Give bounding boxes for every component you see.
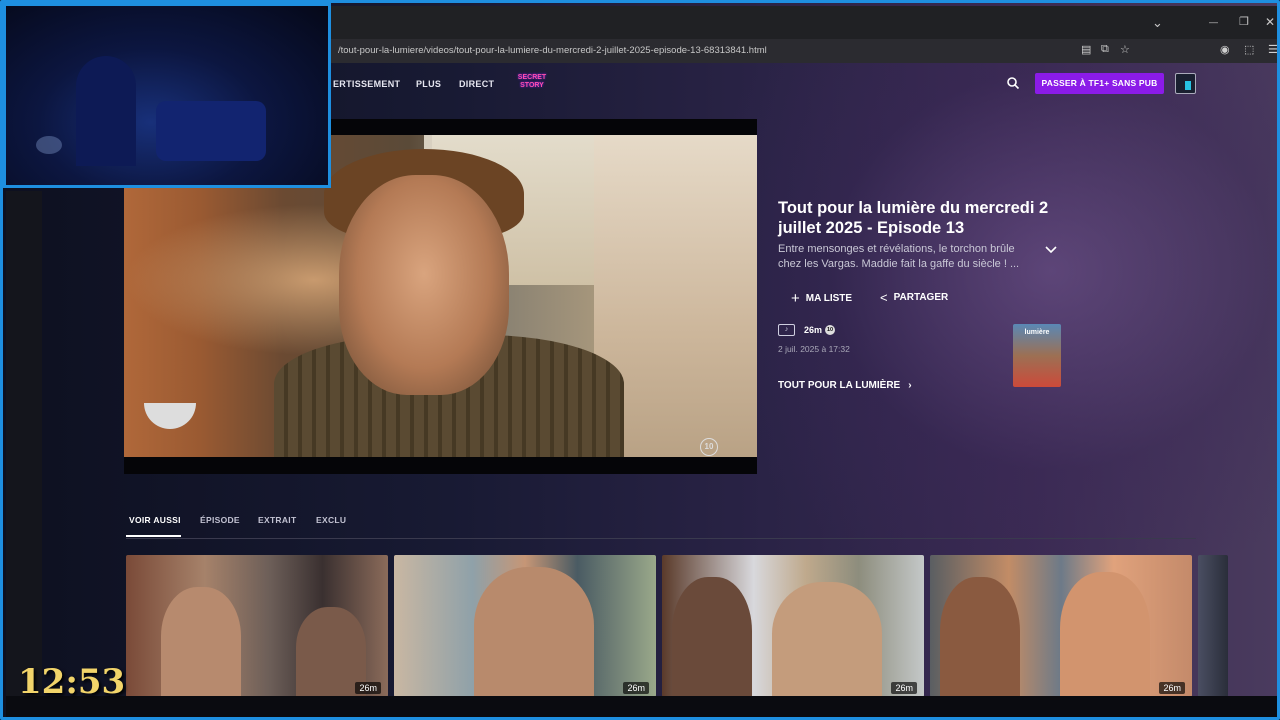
- video-character-face: [339, 175, 509, 395]
- webcam-figure: [76, 56, 136, 166]
- show-poster[interactable]: lumière: [1013, 324, 1061, 387]
- show-link-label: TOUT POUR LA LUMIÈRE: [778, 380, 901, 391]
- episode-title: Tout pour la lumière du mercredi 2 juill…: [778, 199, 1049, 237]
- bookmark-star-icon[interactable]: ☆: [1120, 43, 1130, 56]
- active-tab-indicator: [126, 535, 181, 537]
- thumbnail-duration: 26m: [623, 682, 649, 694]
- chevron-right-icon: ›: [908, 380, 912, 391]
- thumbnail-duration: 26m: [891, 682, 917, 694]
- nav-item-direct[interactable]: DIRECT: [459, 79, 494, 89]
- thumb-figure: [1060, 572, 1150, 697]
- audio-description-icon: ♪: [778, 324, 795, 336]
- minimize-button[interactable]: —: [1209, 17, 1218, 27]
- share-icon: <: [880, 290, 888, 305]
- search-icon[interactable]: [1006, 76, 1020, 90]
- thumb-figure: [940, 577, 1020, 697]
- menu-icon[interactable]: ☰: [1268, 43, 1277, 56]
- show-link[interactable]: TOUT POUR LA LUMIÈRE ›: [778, 380, 912, 391]
- share-button[interactable]: < PARTAGER: [880, 290, 948, 305]
- subscribe-no-ads-button[interactable]: PASSER À TF1+ SANS PUB: [1035, 73, 1164, 94]
- avatar[interactable]: [1175, 73, 1196, 94]
- background-glow: [703, 63, 1277, 583]
- extensions-icon[interactable]: ⬚: [1244, 43, 1254, 56]
- thumbnail-duration: 26m: [1159, 682, 1185, 694]
- episode-duration: 26m: [804, 325, 823, 335]
- close-button[interactable]: ✕: [1265, 15, 1275, 29]
- tab-voir-aussi[interactable]: VOIR AUSSI: [129, 515, 181, 525]
- bottom-bar: [6, 696, 1277, 717]
- episode-date: 2 juil. 2025 à 17:32: [778, 344, 850, 354]
- chevron-down-icon[interactable]: [1045, 246, 1057, 254]
- webcam-overlay: [3, 3, 331, 188]
- restore-button[interactable]: ❐: [1239, 15, 1249, 28]
- url-text[interactable]: /tout-pour-la-lumiere/videos/tout-pour-l…: [338, 45, 767, 56]
- tab-divider: [126, 538, 1196, 539]
- thumb-figure: [474, 567, 594, 697]
- episode-description: Entre mensonges et révélations, le torch…: [778, 243, 1020, 270]
- video-thumbnail-partial[interactable]: [1198, 555, 1228, 697]
- tab-list-dropdown-icon[interactable]: ⌄: [1152, 15, 1163, 31]
- nav-item-plus[interactable]: PLUS: [416, 79, 441, 89]
- left-sidebar-strip: [6, 191, 42, 696]
- video-cup: [144, 403, 196, 429]
- picture-in-picture-icon[interactable]: ⧉: [1101, 43, 1109, 56]
- tab-exclu[interactable]: EXCLU: [316, 515, 346, 525]
- age-rating-badge: 10: [825, 325, 835, 335]
- video-thumbnail[interactable]: 26m: [126, 555, 388, 697]
- share-label: PARTAGER: [893, 292, 949, 303]
- thumbnail-duration: 26m: [355, 682, 381, 694]
- secret-story-logo[interactable]: SECRET STORY: [514, 74, 550, 94]
- video-thumbnail[interactable]: 26m: [662, 555, 924, 697]
- video-thumbnail[interactable]: 26m: [394, 555, 656, 697]
- webcam-light: [36, 136, 62, 154]
- clock-overlay: 12:53: [18, 662, 126, 702]
- account-icon[interactable]: ◉: [1220, 43, 1230, 56]
- tab-episode[interactable]: ÉPISODE: [200, 515, 240, 525]
- add-to-list-label: MA LISTE: [805, 293, 853, 304]
- poster-title: lumière: [1024, 329, 1050, 336]
- nav-item-divertissement[interactable]: ERTISSEMENT: [333, 79, 400, 89]
- webcam-desk: [156, 101, 266, 161]
- thumb-figure: [772, 582, 882, 697]
- video-thumbnail[interactable]: 26m: [930, 555, 1192, 697]
- add-to-list-button[interactable]: + MA LISTE: [791, 290, 852, 307]
- thumb-figure: [672, 577, 752, 697]
- tab-extrait[interactable]: EXTRAIT: [258, 515, 296, 525]
- plus-icon: +: [791, 290, 800, 307]
- channel-logo-icon: 10: [700, 438, 718, 456]
- thumb-figure: [161, 587, 241, 697]
- reader-mode-icon[interactable]: ▤: [1081, 43, 1091, 56]
